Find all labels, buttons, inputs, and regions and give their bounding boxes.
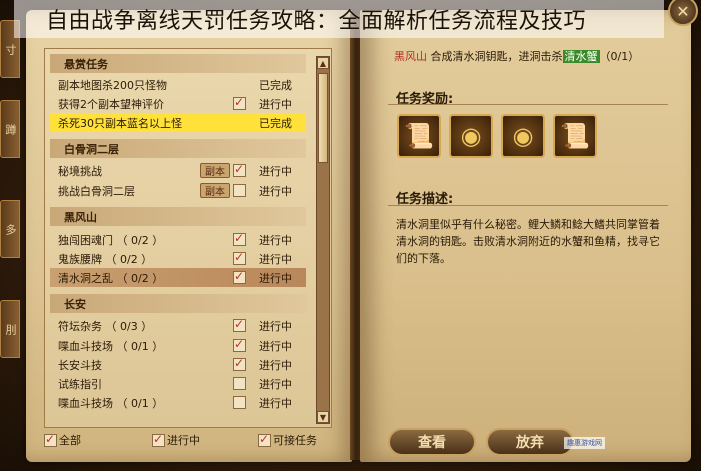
watermark: 趣惠游戏网 [564,437,605,449]
scroll-down-button[interactable]: ▼ [317,411,329,423]
quest-list-scrollbar[interactable]: ▲ ▼ [316,56,330,424]
filter-available[interactable]: 可接任务 [258,432,317,448]
track-checkbox[interactable] [233,377,246,390]
rewards-divider [388,104,668,105]
quest-row[interactable]: 长安斗技 进行中 [50,355,306,374]
filter-available-label: 可接任务 [273,434,317,447]
quest-category-label: 悬赏任务 [64,57,108,71]
quest-row[interactable]: 独闯困魂门 （ 0/2 ） 进行中 [50,230,306,249]
quest-status: 已完成 [259,78,292,92]
quest-row[interactable]: 喋血斗技场 （ 0/1 ） 进行中 [50,336,306,355]
filter-in-progress-checkbox[interactable] [152,432,165,447]
quest-name: 长安斗技 [58,358,102,372]
quest-name: 秘境挑战 [58,164,102,178]
filter-in-progress-label: 进行中 [167,434,200,447]
quest-status: 进行中 [259,233,292,247]
quest-row[interactable]: 符坛杂务 （ 0/3 ） 进行中 [50,316,306,335]
quest-status: 进行中 [259,377,292,391]
quest-category[interactable]: 白骨洞二层 [50,139,306,158]
quest-name: 试练指引 [58,377,102,391]
side-tab-2[interactable]: 蹲 [0,100,20,158]
track-checkbox[interactable] [233,317,246,332]
quest-row[interactable]: 清水洞之乱 （ 0/2 ） 进行中 [50,268,306,287]
quest-name: 挑战白骨洞二层 [58,184,135,198]
quest-name: 独闯困魂门 （ 0/2 ） [58,233,164,247]
scroll-icon[interactable]: 📜 [553,114,597,158]
quest-book: 寸 蹲 多 刖 悬赏任务副本地图杀200只怪物已完成获得2个副本望神评价进行中杀… [0,0,701,471]
objective-count: （0/1） [599,50,640,63]
quest-name: 喋血斗技场 （ 0/1 ） [58,339,164,353]
quest-row[interactable]: 获得2个副本望神评价 进行中 [50,94,306,113]
quest-category[interactable]: 悬赏任务 [50,54,306,73]
scroll-thumb[interactable] [318,73,328,163]
side-tab-3[interactable]: 多 [0,200,20,258]
track-checkbox[interactable] [233,231,246,246]
page-title-banner: 自由战争离线天罚任务攻略：全面解析任务流程及技巧 [14,0,664,38]
abandon-button[interactable]: 放弃 [486,428,574,456]
track-checkbox[interactable] [233,95,246,110]
track-checkbox[interactable] [233,337,246,352]
coin-icon[interactable]: ◉ [501,114,545,158]
quest-name: 鬼族腰牌 （ 0/2 ） [58,252,153,266]
quest-status: 已完成 [259,116,292,130]
dungeon-badge[interactable]: 副本 [200,183,230,198]
quest-status: 进行中 [259,319,292,333]
quest-status: 进行中 [259,358,292,372]
filter-bar: 全部 进行中 可接任务 [40,430,340,452]
quest-row[interactable]: 挑战白骨洞二层 副本 进行中 [50,181,306,200]
quest-objective: 黑风山 合成清水洞钥匙，进洞击杀 清水蟹 （0/1） [394,48,639,64]
close-button[interactable]: ✕ [668,0,698,26]
scroll-icon[interactable]: 📜 [397,114,441,158]
quest-status: 进行中 [259,396,292,410]
objective-target[interactable]: 清水蟹 [562,50,600,63]
side-tab-4[interactable]: 刖 [0,300,20,358]
objective-location[interactable]: 黑风山 [394,50,427,63]
quest-status: 进行中 [259,339,292,353]
view-button[interactable]: 查看 [388,428,476,456]
quest-category-label: 黑风山 [64,210,97,224]
quest-row[interactable]: 杀死30只副本蓝名以上怪 已完成 [50,113,306,132]
track-checkbox[interactable] [233,396,246,409]
quest-name: 喋血斗技场 （ 0/1 ） [58,396,164,410]
description-divider [388,205,668,206]
quest-row[interactable]: 副本地图杀200只怪物 已完成 [50,75,306,94]
quest-status: 进行中 [259,97,292,111]
close-icon: ✕ [676,1,690,21]
filter-available-checkbox[interactable] [258,432,271,447]
track-checkbox[interactable] [233,184,246,197]
track-checkbox[interactable] [233,250,246,265]
quest-name: 符坛杂务 （ 0/3 ） [58,319,153,333]
page-title: 自由战争离线天罚任务攻略：全面解析任务流程及技巧 [46,9,587,34]
dungeon-badge[interactable]: 副本 [200,163,230,178]
filter-all[interactable]: 全部 [44,432,81,448]
filter-in-progress[interactable]: 进行中 [152,432,200,448]
side-tabs: 寸 蹲 多 刖 [0,20,22,360]
filter-all-label: 全部 [59,434,81,447]
quest-category[interactable]: 长安 [50,294,306,313]
quest-name: 杀死30只副本蓝名以上怪 [58,116,182,130]
quest-row[interactable]: 秘境挑战 副本 进行中 [50,161,306,180]
track-checkbox[interactable] [233,356,246,371]
quest-status: 进行中 [259,252,292,266]
quest-row[interactable]: 鬼族腰牌 （ 0/2 ） 进行中 [50,249,306,268]
quest-name: 清水洞之乱 （ 0/2 ） [58,271,164,285]
quest-status: 进行中 [259,271,292,285]
quest-row[interactable]: 试练指引 进行中 [50,374,306,393]
coin-icon[interactable]: ◉ [449,114,493,158]
quest-status: 进行中 [259,164,292,178]
scroll-up-button[interactable]: ▲ [317,57,329,69]
filter-all-checkbox[interactable] [44,432,57,447]
quest-name: 副本地图杀200只怪物 [58,78,167,92]
objective-text: 合成清水洞钥匙，进洞击杀 [430,50,563,63]
quest-row[interactable]: 喋血斗技场 （ 0/1 ） 进行中 [50,393,306,412]
quest-name: 获得2个副本望神评价 [58,97,164,111]
quest-category[interactable]: 黑风山 [50,207,306,226]
quest-status: 进行中 [259,184,292,198]
quest-category-label: 白骨洞二层 [64,142,119,156]
quest-category-label: 长安 [64,297,86,311]
track-checkbox[interactable] [233,269,246,284]
track-checkbox[interactable] [233,162,246,177]
quest-description: 清水洞里似乎有什么秘密。鲤大鳞和鲶大鳍共同掌管着清水洞的钥匙。击败清水洞附近的水… [396,218,660,265]
